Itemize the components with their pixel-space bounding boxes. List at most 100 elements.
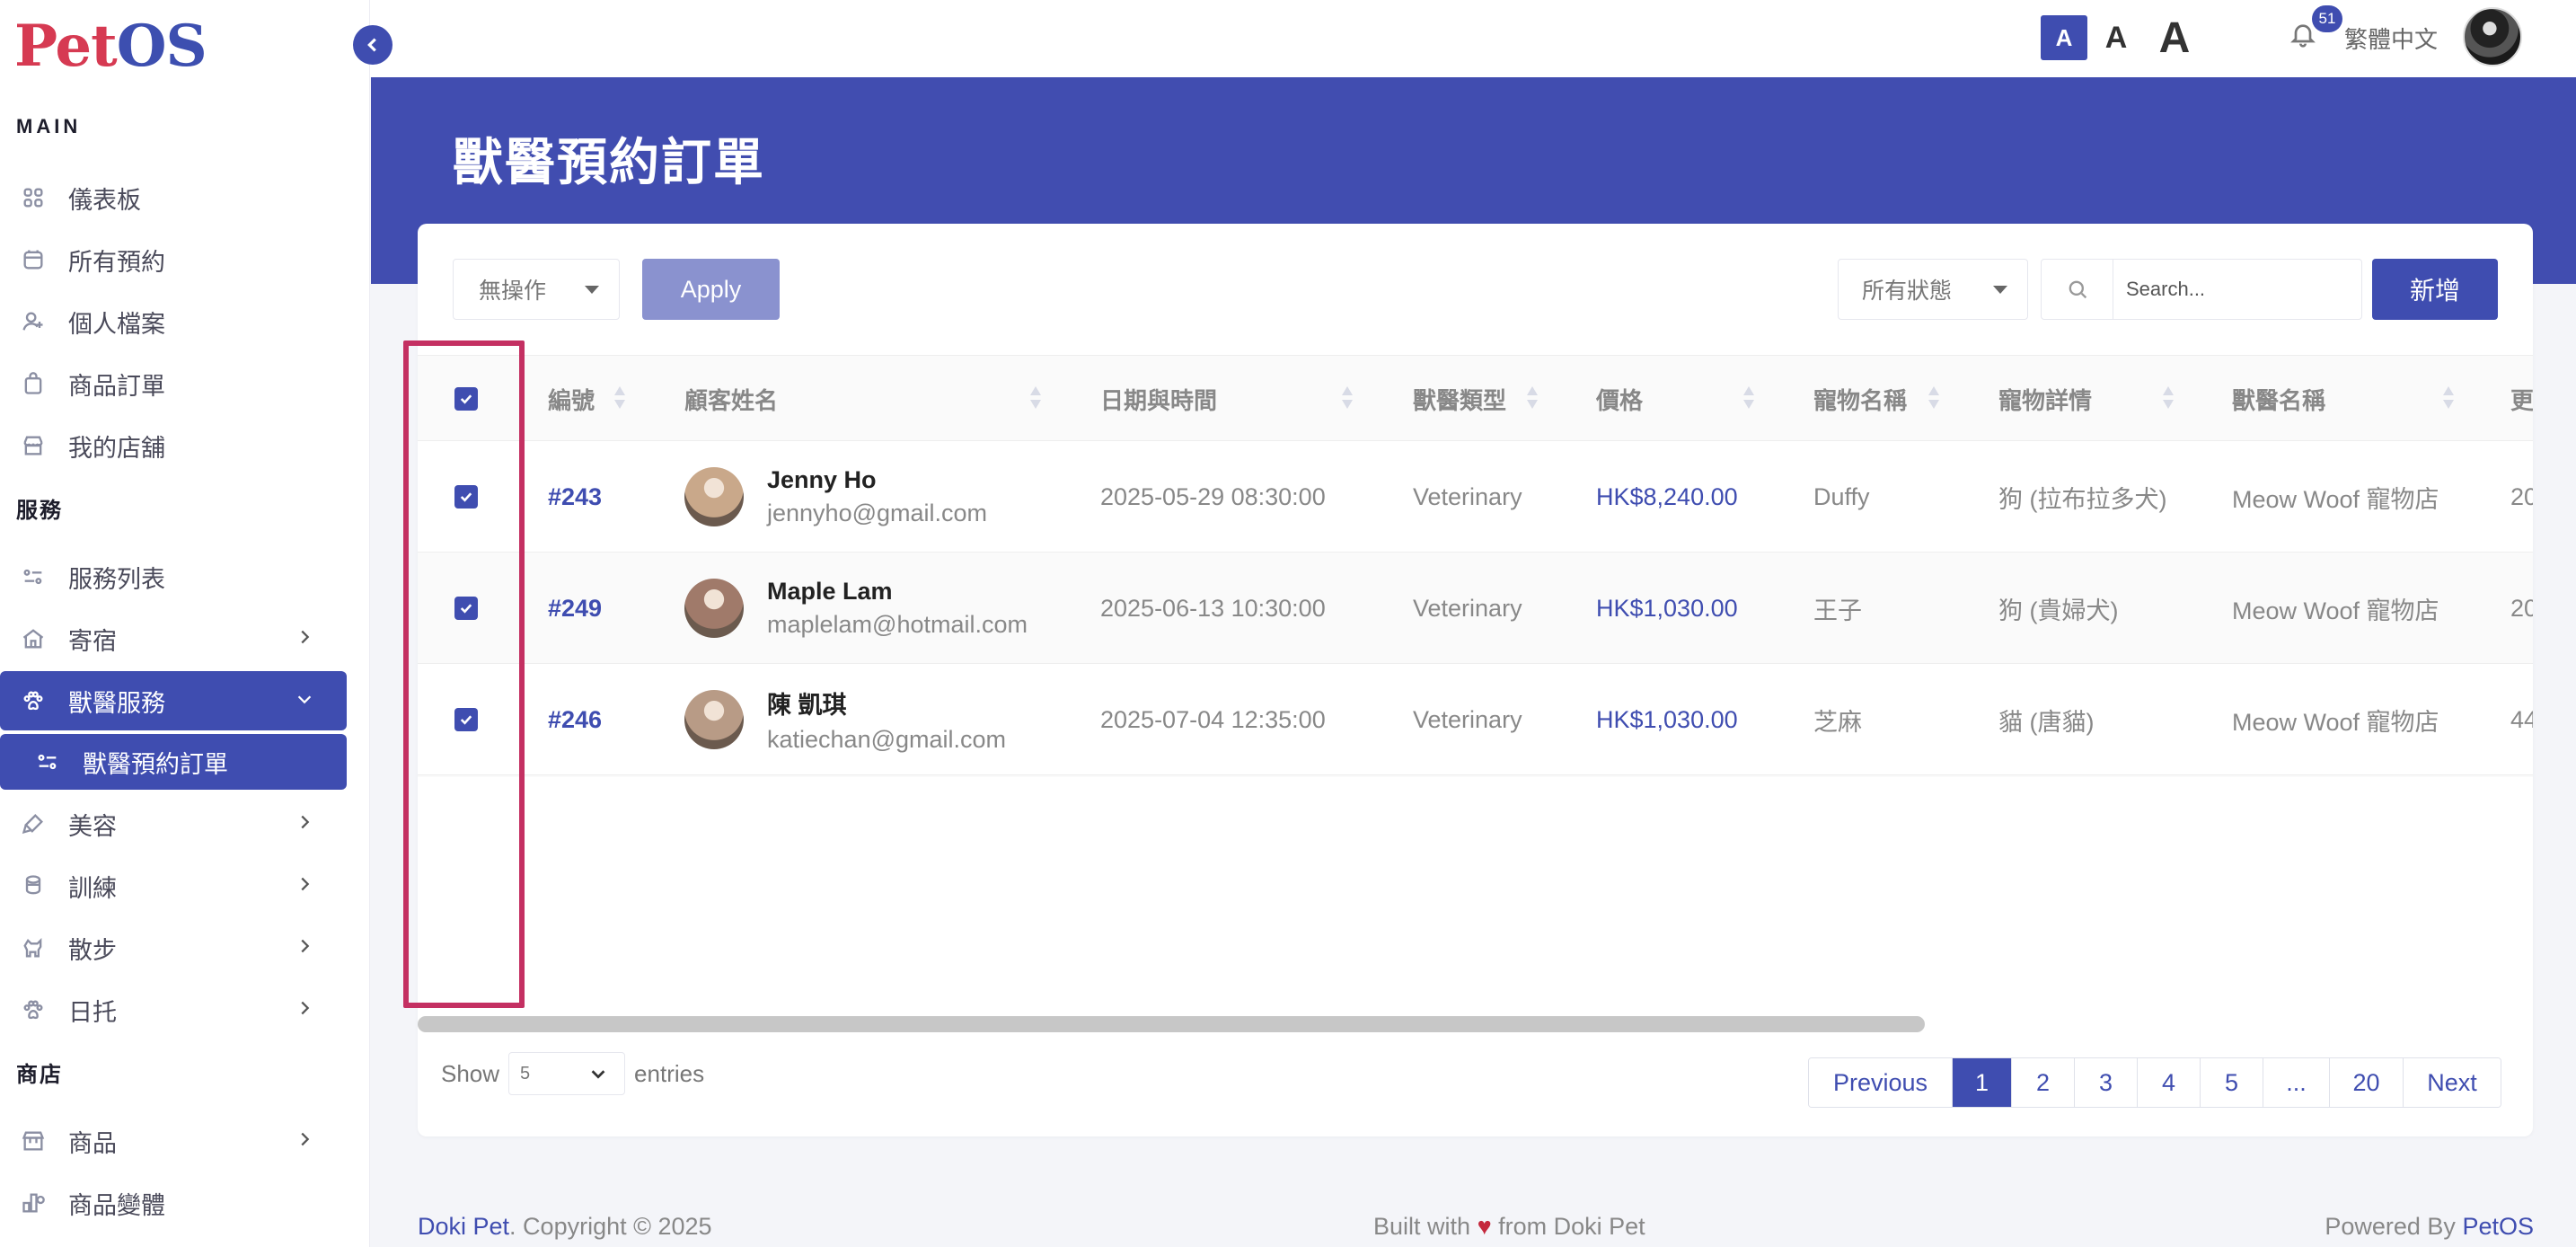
vet-name-cell: Meow Woof 寵物店	[2232, 775, 2439, 777]
header-customer[interactable]: 顧客姓名	[684, 356, 778, 442]
customer-name: Jenny Ho	[767, 466, 877, 493]
customer-email: maplelam@hotmail.com	[767, 611, 1028, 638]
sort-icon[interactable]	[2443, 386, 2454, 411]
sidebar-item-profile[interactable]: 個人檔案	[0, 292, 347, 351]
sidebar-collapse-button[interactable]	[353, 25, 393, 65]
sort-icon[interactable]	[1342, 386, 1353, 411]
header-more[interactable]: 更	[2510, 356, 2533, 442]
powered-by-text: Powered By	[2325, 1213, 2456, 1240]
page-button[interactable]: 4	[2138, 1058, 2201, 1107]
price-cell: HK$1,030.00	[1596, 775, 1738, 777]
orders-table: 編號 顧客姓名 日期與時間 獸醫類型 價格 寵物名稱 寵物詳情 獸醫名稱 更 #…	[418, 355, 2533, 777]
search-icon	[2042, 260, 2113, 319]
caret-down-icon	[1993, 285, 2007, 294]
table-row[interactable]: #249 2025-06-13 10:30:00 Veterinary HK$1,03…	[418, 553, 2533, 664]
chevron-right-icon	[295, 810, 314, 838]
sidebar-item-products[interactable]: 商品	[0, 1111, 347, 1171]
chevron-right-icon	[295, 872, 314, 900]
more-cell: 44	[2510, 705, 2533, 733]
sidebar-item-dashboard[interactable]: 儀表板	[0, 168, 347, 227]
sidebar-item-grooming[interactable]: 美容	[0, 794, 347, 853]
powered-brand-link[interactable]: PetOS	[2462, 1213, 2534, 1240]
sidebar-item-product-orders[interactable]: 商品訂單	[0, 354, 347, 413]
more-cell: 44	[2510, 775, 2533, 777]
sidebar-item-all-bookings[interactable]: 所有預約	[0, 230, 347, 289]
sort-icon[interactable]	[1928, 386, 1939, 411]
customer-name: Maple Lam	[767, 578, 893, 605]
pagination: Previous 1 2 3 4 5 ... 20 Next	[1808, 1057, 2501, 1108]
order-id-link[interactable]: #245	[548, 775, 602, 777]
page-button[interactable]: 1	[1953, 1058, 2012, 1107]
header-vet-type[interactable]: 獸醫類型	[1413, 356, 1506, 442]
petos-logo[interactable]: PetOS	[14, 13, 207, 80]
row-checkbox[interactable]	[454, 708, 478, 731]
sidebar-item-training[interactable]: 訓練	[0, 856, 347, 915]
customer-cell: Jenny Ho jennyho@gmail.com	[684, 441, 987, 553]
horizontal-scrollbar[interactable]	[418, 1014, 2533, 1034]
sidebar-item-boarding[interactable]: 寄宿	[0, 609, 347, 668]
sidebar-item-label: 訓練	[68, 874, 117, 902]
bulk-action-select[interactable]: 無操作	[453, 259, 620, 320]
header-pet-detail[interactable]: 寵物詳情	[1998, 356, 2092, 442]
row-checkbox[interactable]	[454, 597, 478, 620]
header-vet-name[interactable]: 獸醫名稱	[2232, 356, 2325, 442]
sidebar-item-daycare[interactable]: 日托	[0, 980, 347, 1039]
apply-button[interactable]: Apply	[642, 259, 780, 320]
font-size-small-button[interactable]: A	[2041, 15, 2087, 60]
store-icon	[20, 432, 47, 459]
sort-icon[interactable]	[1743, 386, 1754, 411]
section-services: 服務	[16, 499, 63, 523]
sort-icon[interactable]	[614, 386, 625, 411]
entries-per-page-select[interactable]: 5	[508, 1052, 626, 1095]
brush-icon	[20, 810, 47, 837]
sidebar-item-label: 儀表板	[68, 186, 141, 214]
next-page-button[interactable]: Next	[2404, 1058, 2501, 1107]
footer-brand-link[interactable]: Doki Pet	[418, 1213, 509, 1240]
order-id-link[interactable]: #246	[548, 664, 602, 775]
table-row[interactable]: #246 2025-07-04 12:35:00 Veterinary HK$1,03…	[418, 664, 2533, 775]
language-selector[interactable]: 繁體中文	[2344, 22, 2438, 55]
customer-info: Jenny Ho jennyho@gmail.com	[767, 466, 987, 527]
chevron-right-icon	[295, 996, 314, 1024]
sidebar-item-my-store[interactable]: 我的店舖	[0, 416, 347, 475]
pet-detail-cell: 狗 (拉布拉多犬)	[1998, 485, 2167, 513]
order-id-link[interactable]: #249	[548, 553, 602, 664]
row-checkbox[interactable]	[454, 485, 478, 509]
order-id-link[interactable]: #243	[548, 441, 602, 553]
customer-name: 陳 凱琪	[767, 692, 847, 719]
sidebar-item-product-variants[interactable]: 商品變體	[0, 1173, 347, 1233]
header-datetime[interactable]: 日期與時間	[1100, 356, 1217, 442]
sort-icon[interactable]	[1030, 386, 1041, 411]
page-button[interactable]: 20	[2330, 1058, 2404, 1107]
select-all-checkbox[interactable]	[454, 387, 478, 411]
scrollbar-thumb[interactable]	[418, 1016, 1925, 1032]
header-id[interactable]: 編號	[548, 356, 595, 442]
datetime-cell: 2025-06-13 10:30:00	[1100, 594, 1326, 622]
sidebar-item-service-list[interactable]: 服務列表	[0, 547, 347, 606]
sidebar-item-label: 所有預約	[68, 248, 165, 276]
page-button[interactable]: 5	[2201, 1058, 2263, 1107]
sidebar-item-walking[interactable]: 散步	[0, 918, 347, 977]
customer-avatar	[684, 467, 744, 526]
add-button[interactable]: 新增	[2372, 259, 2498, 320]
sidebar-item-vet-booking-orders[interactable]: 獸醫預約訂單	[0, 734, 347, 790]
sort-icon[interactable]	[1527, 386, 1538, 411]
status-filter-select[interactable]: 所有狀態	[1838, 259, 2028, 320]
sidebar-item-label: 獸醫服務	[68, 689, 165, 717]
user-avatar[interactable]	[2463, 7, 2522, 66]
search-input[interactable]	[2113, 262, 2356, 316]
header-pet-name[interactable]: 寵物名稱	[1813, 356, 1907, 442]
sidebar-item-vet-services[interactable]: 獸醫服務	[0, 671, 347, 730]
table-row[interactable]: #245 2025-07-10 16:30:00 Veterinary HK$1,03…	[418, 775, 2533, 777]
page-button[interactable]: 3	[2075, 1058, 2138, 1107]
previous-page-button[interactable]: Previous	[1809, 1058, 1953, 1107]
more-cell: 20	[2510, 594, 2533, 622]
entries-value: 5	[520, 1063, 531, 1083]
pet-name-cell: Duffy	[1813, 482, 1870, 510]
table-row[interactable]: #243 2025-05-29 08:30:00 Veterinary HK$8,24…	[418, 441, 2533, 553]
font-size-large-button[interactable]: A	[2147, 14, 2202, 62]
sort-icon[interactable]	[2163, 386, 2174, 411]
header-price[interactable]: 價格	[1596, 356, 1643, 442]
page-button[interactable]: 2	[2012, 1058, 2075, 1107]
font-size-medium-button[interactable]: A	[2093, 15, 2139, 60]
